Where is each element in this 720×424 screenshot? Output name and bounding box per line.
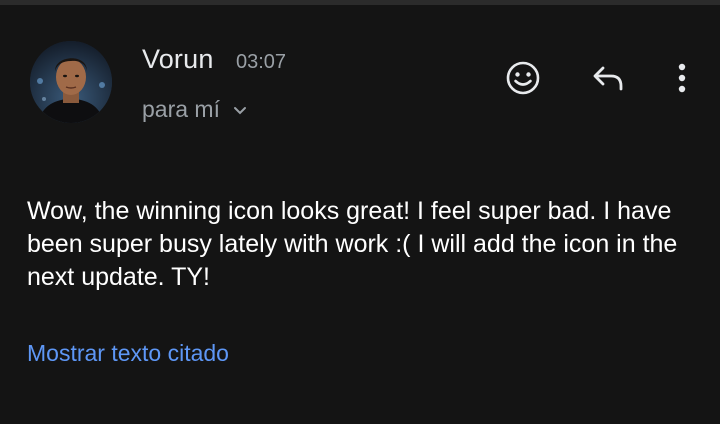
recipient-label: para mí bbox=[142, 96, 220, 122]
more-options-button[interactable] bbox=[662, 58, 702, 98]
sender-avatar[interactable] bbox=[30, 41, 112, 123]
email-message-view: Vorun 03:07 para mí Wow, the winning ico… bbox=[0, 0, 720, 424]
reply-button[interactable] bbox=[588, 58, 628, 98]
reply-arrow-icon bbox=[593, 66, 623, 91]
smiley-icon bbox=[506, 61, 540, 95]
message-timestamp: 03:07 bbox=[236, 51, 287, 73]
top-divider bbox=[0, 0, 720, 5]
recipient-details-toggle[interactable]: para mí bbox=[142, 96, 248, 123]
more-vert-icon bbox=[678, 63, 686, 93]
chevron-down-icon bbox=[232, 103, 248, 119]
avatar-photo bbox=[30, 41, 112, 123]
show-quoted-text-link[interactable]: Mostrar texto citado bbox=[27, 340, 229, 367]
add-reaction-button[interactable] bbox=[503, 58, 543, 98]
sender-name[interactable]: Vorun bbox=[142, 44, 214, 75]
message-body: Wow, the winning icon looks great! I fee… bbox=[27, 197, 678, 291]
